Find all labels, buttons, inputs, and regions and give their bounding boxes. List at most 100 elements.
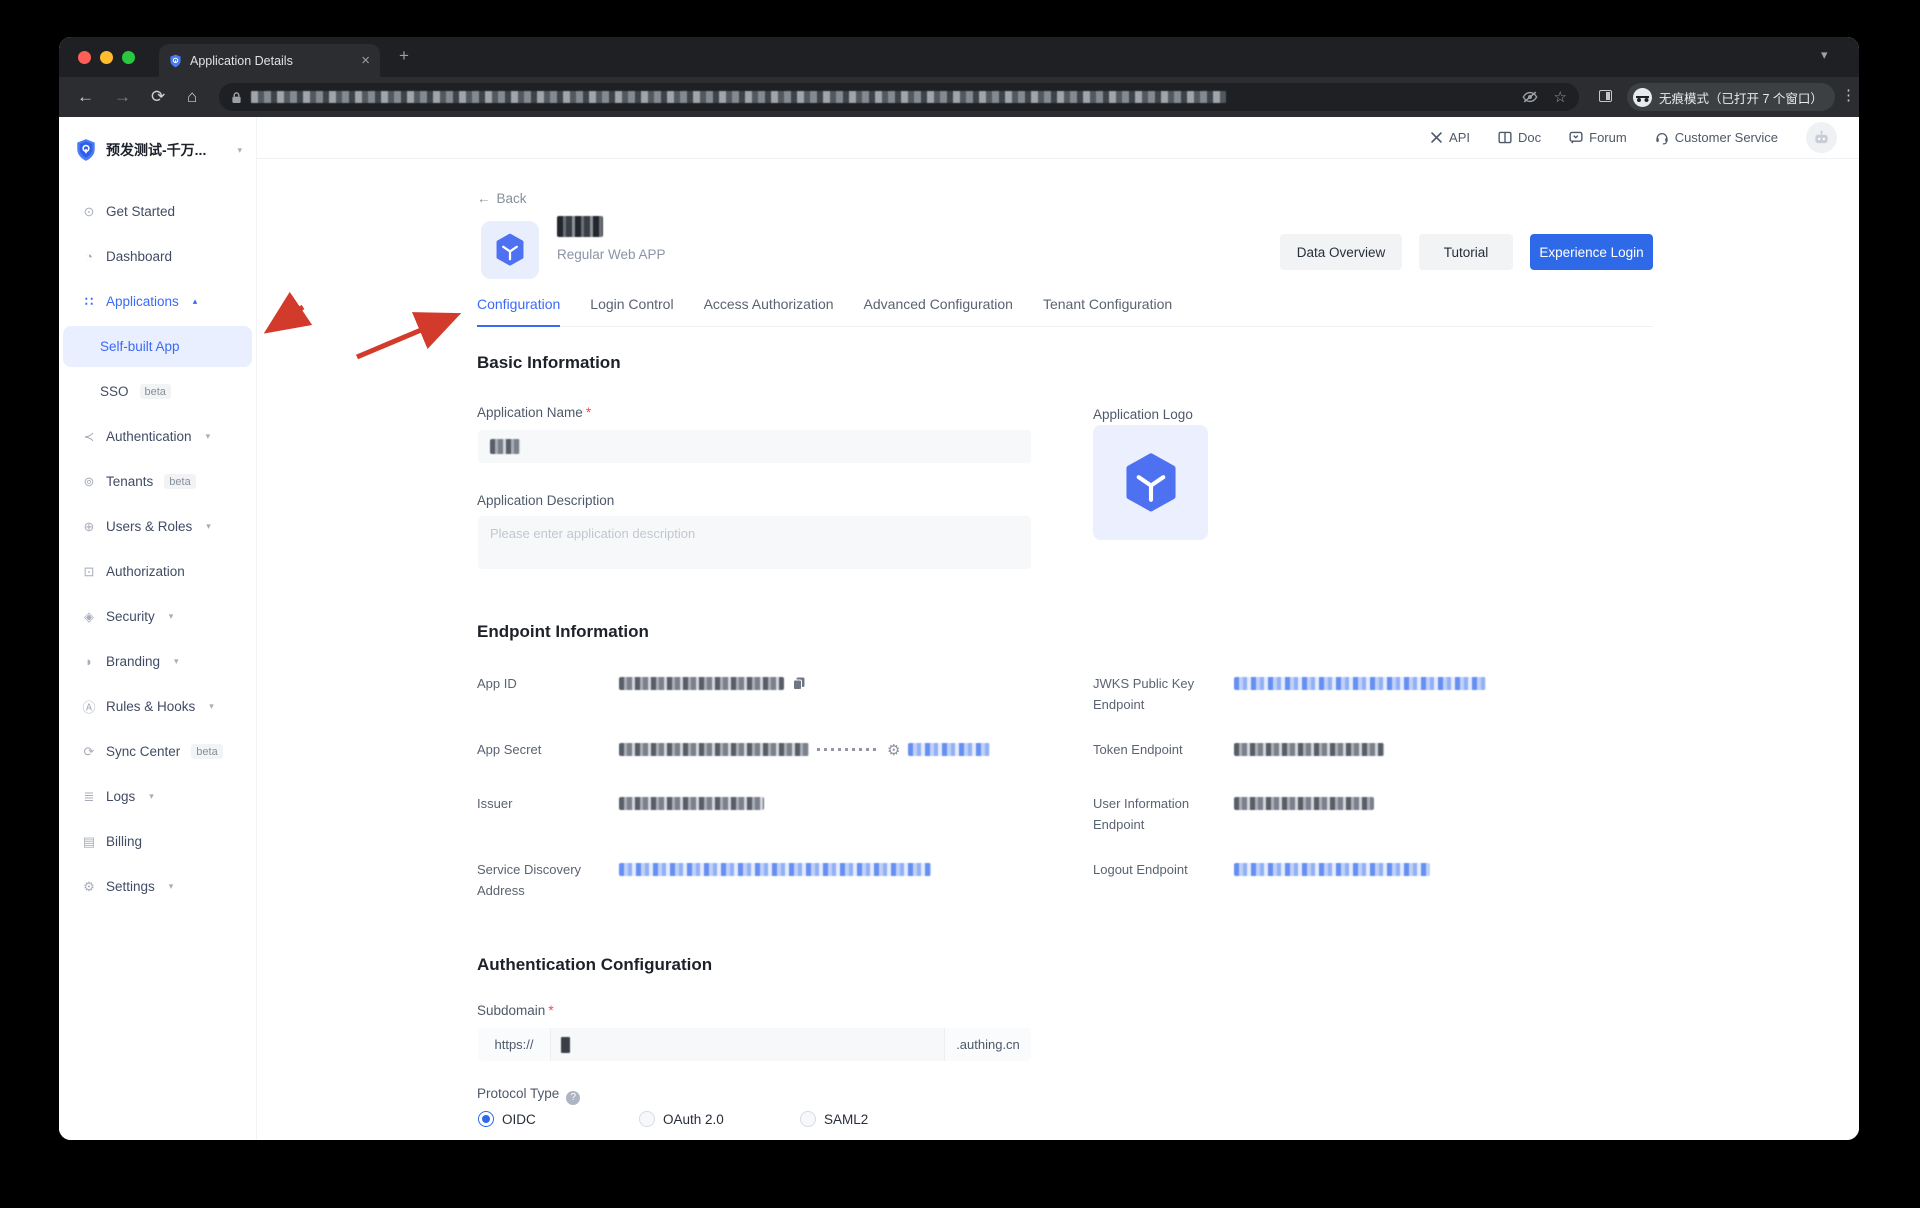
sidebar-item-authorization[interactable]: Authorization — [59, 549, 256, 594]
back-link[interactable]: ←Back — [477, 191, 527, 206]
radio-icon[interactable] — [639, 1111, 655, 1127]
brush-icon — [81, 654, 97, 669]
workspace-chevron-down-icon — [237, 145, 242, 156]
browser-tab[interactable]: Application Details — [159, 44, 380, 77]
eye-off-icon[interactable] — [1522, 90, 1538, 104]
sidebar-item-security[interactable]: Security — [59, 594, 256, 639]
bookmark-star-icon[interactable] — [1554, 88, 1567, 106]
tab-tenant-configuration[interactable]: Tenant Configuration — [1043, 296, 1172, 326]
tab-search-chevron-icon[interactable] — [1821, 47, 1828, 63]
app-id-label: App ID — [477, 673, 617, 694]
workspace-name: 预发测试-千万... — [106, 140, 223, 160]
app-secret-label: App Secret — [477, 739, 617, 760]
endpoint-information-heading: Endpoint Information — [477, 622, 649, 642]
sidebar-item-rules-hooks[interactable]: Rules & Hooks — [59, 684, 256, 729]
window-minimize-button[interactable] — [100, 51, 113, 64]
service-discovery-address-label: Service Discovery Address — [477, 859, 617, 901]
application-name-input[interactable] — [478, 430, 1031, 463]
sidebar-item-self-built-app[interactable]: Self-built App — [63, 326, 252, 367]
sidebar-item-branding[interactable]: Branding — [59, 639, 256, 684]
reload-icon[interactable]: ⟳ — [151, 86, 165, 108]
application-description-label: Application Description — [477, 493, 614, 508]
sidebar-item-users-roles[interactable]: Users & Roles — [59, 504, 256, 549]
issuer-redacted — [619, 797, 764, 810]
token-endpoint-redacted — [1234, 743, 1384, 756]
tab-login-control[interactable]: Login Control — [590, 296, 673, 326]
lock-icon — [81, 564, 97, 580]
chevron-down-icon — [169, 611, 174, 622]
experience-login-button[interactable]: Experience Login — [1530, 234, 1653, 270]
tab-favicon-shield-icon — [169, 54, 182, 68]
address-bar[interactable] — [219, 83, 1579, 111]
protocol-option-oauth2[interactable]: OAuth 2.0 — [639, 1111, 724, 1127]
browser-menu-icon[interactable] — [1841, 86, 1856, 104]
token-endpoint-label: Token Endpoint — [1093, 739, 1233, 760]
new-tab-icon[interactable] — [399, 46, 409, 66]
sidebar-item-billing[interactable]: Billing — [59, 819, 256, 864]
browser-toolbar: ← → ⟳ ⌂ 无痕模式（已打开 7 个窗口） — [59, 77, 1859, 117]
rotate-secret-gear-icon[interactable] — [887, 741, 900, 759]
radio-selected-icon[interactable] — [478, 1111, 494, 1127]
sidebar-item-applications[interactable]: Applications — [59, 279, 256, 324]
sidebar-item-dashboard[interactable]: Dashboard — [59, 234, 256, 279]
tab-close-icon[interactable] — [361, 52, 370, 70]
forward-nav-icon[interactable]: → — [114, 86, 131, 108]
hexagon-cube-icon — [493, 233, 527, 267]
sidebar-item-tenants[interactable]: Tenantsbeta — [59, 459, 256, 504]
tab-access-authorization[interactable]: Access Authorization — [704, 296, 834, 326]
security-shield-icon — [81, 609, 97, 625]
copy-icon[interactable] — [792, 676, 806, 691]
logs-icon — [81, 789, 97, 805]
logout-endpoint-label: Logout Endpoint — [1093, 859, 1233, 880]
chevron-down-icon — [206, 431, 211, 442]
sidebar-item-settings[interactable]: Settings — [59, 864, 256, 909]
home-icon[interactable]: ⌂ — [187, 86, 197, 108]
help-question-icon[interactable]: ? — [566, 1091, 580, 1105]
app-secret-masked-dots — [817, 748, 879, 751]
compass-icon — [81, 204, 97, 220]
authentication-configuration-heading: Authentication Configuration — [477, 955, 712, 975]
chevron-down-icon — [149, 791, 154, 802]
tab-advanced-configuration[interactable]: Advanced Configuration — [864, 296, 1013, 326]
radio-icon[interactable] — [800, 1111, 816, 1127]
app-secret-value — [619, 739, 990, 760]
sidebar-item-sso[interactable]: SSObeta — [59, 369, 256, 414]
window-zoom-button[interactable] — [122, 51, 135, 64]
tutorial-button[interactable]: Tutorial — [1419, 234, 1513, 270]
logout-link-redacted[interactable] — [1234, 863, 1430, 876]
sidebar-item-sync-center[interactable]: Sync Centerbeta — [59, 729, 256, 774]
incognito-label: 无痕模式（已打开 7 个窗口） — [1659, 88, 1823, 107]
application-logo-label: Application Logo — [1093, 407, 1193, 422]
browser-tabstrip: Application Details — [59, 37, 1859, 77]
tab-configuration[interactable]: Configuration — [477, 296, 560, 327]
application-logo-preview[interactable] — [1093, 425, 1208, 540]
subdomain-input[interactable] — [551, 1028, 944, 1061]
window-close-button[interactable] — [78, 51, 91, 64]
incognito-badge[interactable]: 无痕模式（已打开 7 个窗口） — [1627, 83, 1835, 111]
sidebar-item-authentication[interactable]: Authentication — [59, 414, 256, 459]
protocol-option-saml2[interactable]: SAML2 — [800, 1111, 868, 1127]
workspace-switcher[interactable]: 预发测试-千万... — [59, 117, 256, 162]
application-name-value-redacted — [490, 439, 520, 454]
app-tabs: Configuration Login Control Access Autho… — [477, 296, 1653, 327]
chevron-down-icon — [209, 701, 214, 712]
split-view-icon[interactable] — [1599, 90, 1612, 102]
chevron-down-icon — [169, 881, 174, 892]
protocol-option-oidc[interactable]: OIDC — [478, 1111, 536, 1127]
applications-icon — [81, 294, 97, 310]
back-nav-icon[interactable]: ← — [77, 86, 94, 108]
sync-icon — [81, 744, 97, 760]
subdomain-input-group: https:// .authing.cn — [478, 1028, 1031, 1061]
token-endpoint-value — [1234, 739, 1384, 760]
jwks-link-redacted[interactable] — [1234, 677, 1486, 690]
service-discovery-link-redacted[interactable] — [619, 863, 931, 876]
application-description-input[interactable] — [478, 516, 1031, 569]
subdomain-label: Subdomain — [477, 1003, 554, 1018]
sidebar-item-logs[interactable]: Logs — [59, 774, 256, 819]
url-text-redacted — [251, 91, 1226, 103]
beta-badge: beta — [164, 474, 195, 489]
app-secret-actions-redacted[interactable] — [908, 743, 990, 756]
data-overview-button[interactable]: Data Overview — [1280, 234, 1402, 270]
sidebar-item-get-started[interactable]: Get Started — [59, 189, 256, 234]
sidebar: 预发测试-千万... Get Started Dashboard Applica… — [59, 117, 257, 1140]
